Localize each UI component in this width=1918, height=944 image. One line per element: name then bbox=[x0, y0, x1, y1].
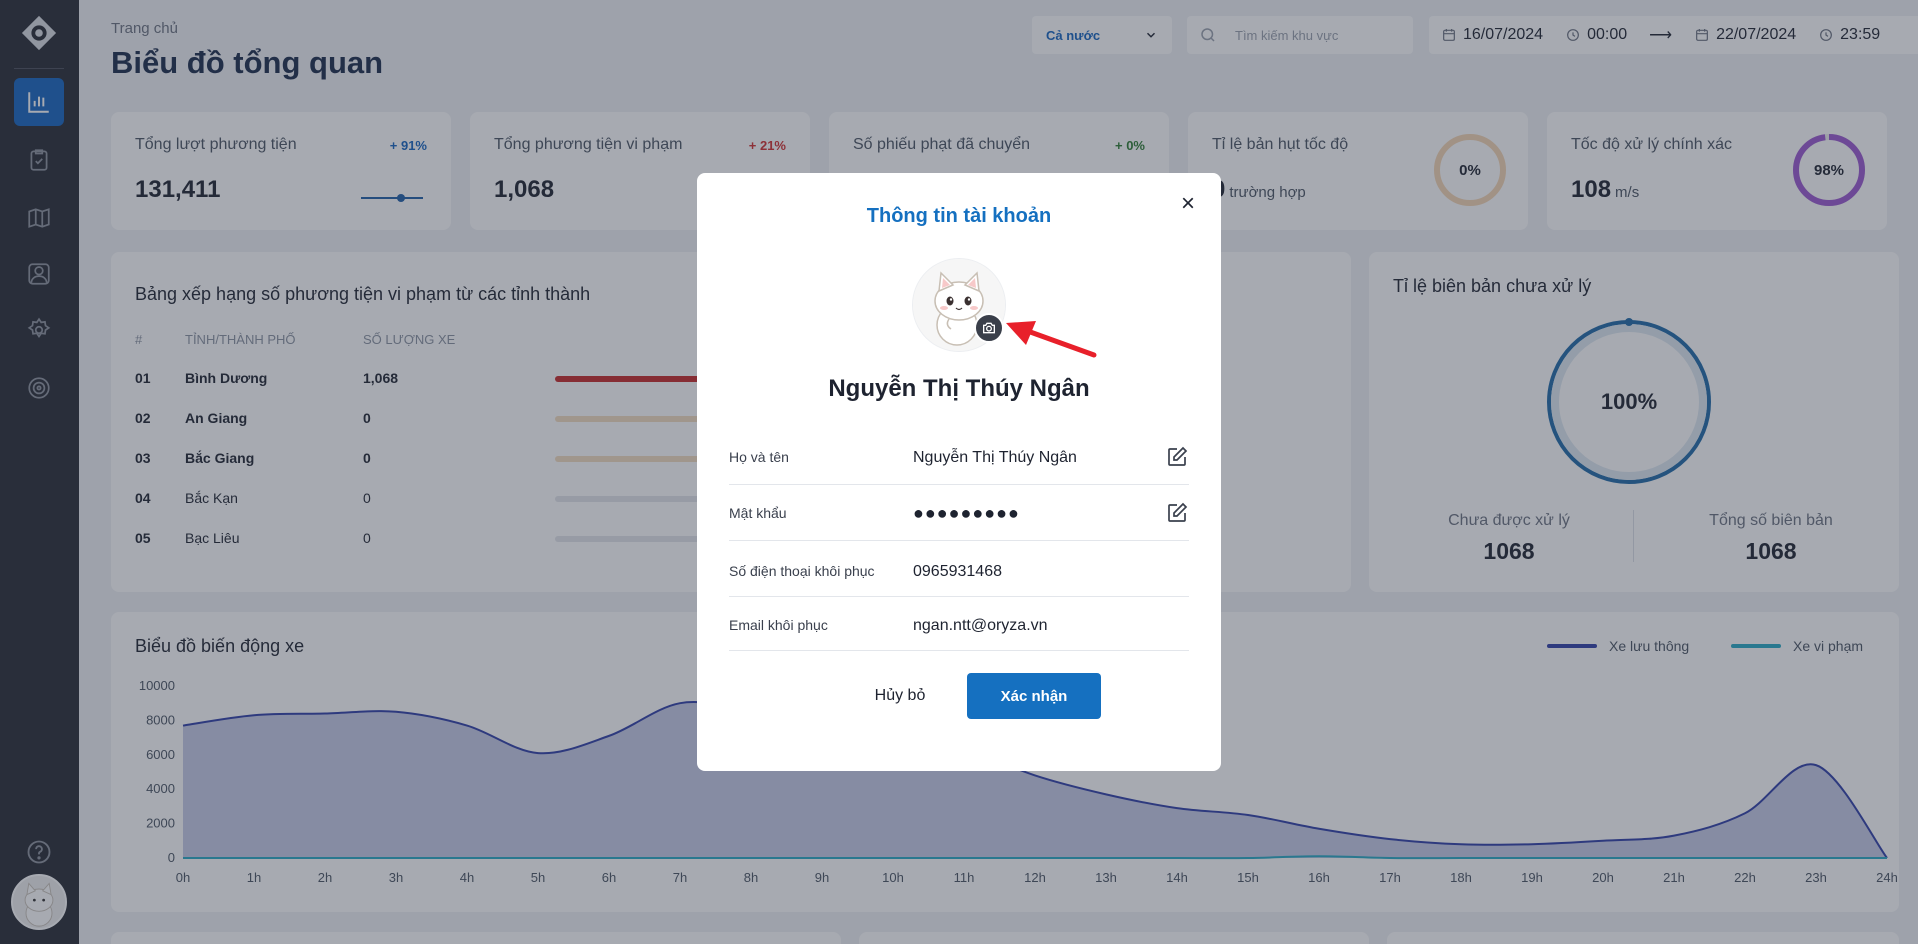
camera-icon bbox=[983, 322, 995, 334]
edit-icon[interactable] bbox=[1165, 445, 1189, 469]
recovery-email-value[interactable]: ngan.ntt@oryza.vn bbox=[913, 617, 1048, 635]
account-info-modal: Thông tin tài khoản × Nguyễn Thị Thúy Ng… bbox=[697, 173, 1221, 771]
field-password: Mật khẩu ●●●●●●●●● bbox=[729, 485, 1189, 541]
edit-icon[interactable] bbox=[1165, 501, 1189, 525]
field-full-name: Họ và tên Nguyễn Thị Thúy Ngân bbox=[729, 429, 1189, 485]
full-name-value[interactable]: Nguyễn Thị Thúy Ngân bbox=[913, 449, 1077, 467]
field-label: Họ và tên bbox=[729, 449, 789, 465]
recovery-phone-value[interactable]: 0965931468 bbox=[913, 563, 1002, 581]
modal-title: Thông tin tài khoản bbox=[866, 205, 1052, 227]
close-button[interactable]: × bbox=[1175, 190, 1201, 217]
password-value[interactable]: ●●●●●●●●● bbox=[913, 503, 1020, 524]
cancel-button[interactable]: Hủy bỏ bbox=[845, 673, 955, 719]
field-label: Số điện thoại khôi phục bbox=[729, 563, 875, 579]
field-recovery-email: Email khôi phục ngan.ntt@oryza.vn bbox=[729, 597, 1189, 651]
profile-name: Nguyễn Thị Thúy Ngân bbox=[828, 375, 1090, 402]
field-label: Email khôi phục bbox=[729, 617, 828, 633]
field-label: Mật khẩu bbox=[729, 505, 787, 521]
red-arrow-annotation bbox=[1006, 321, 1097, 358]
field-recovery-phone: Số điện thoại khôi phục 0965931468 bbox=[729, 543, 1189, 597]
confirm-button[interactable]: Xác nhận bbox=[967, 673, 1101, 719]
